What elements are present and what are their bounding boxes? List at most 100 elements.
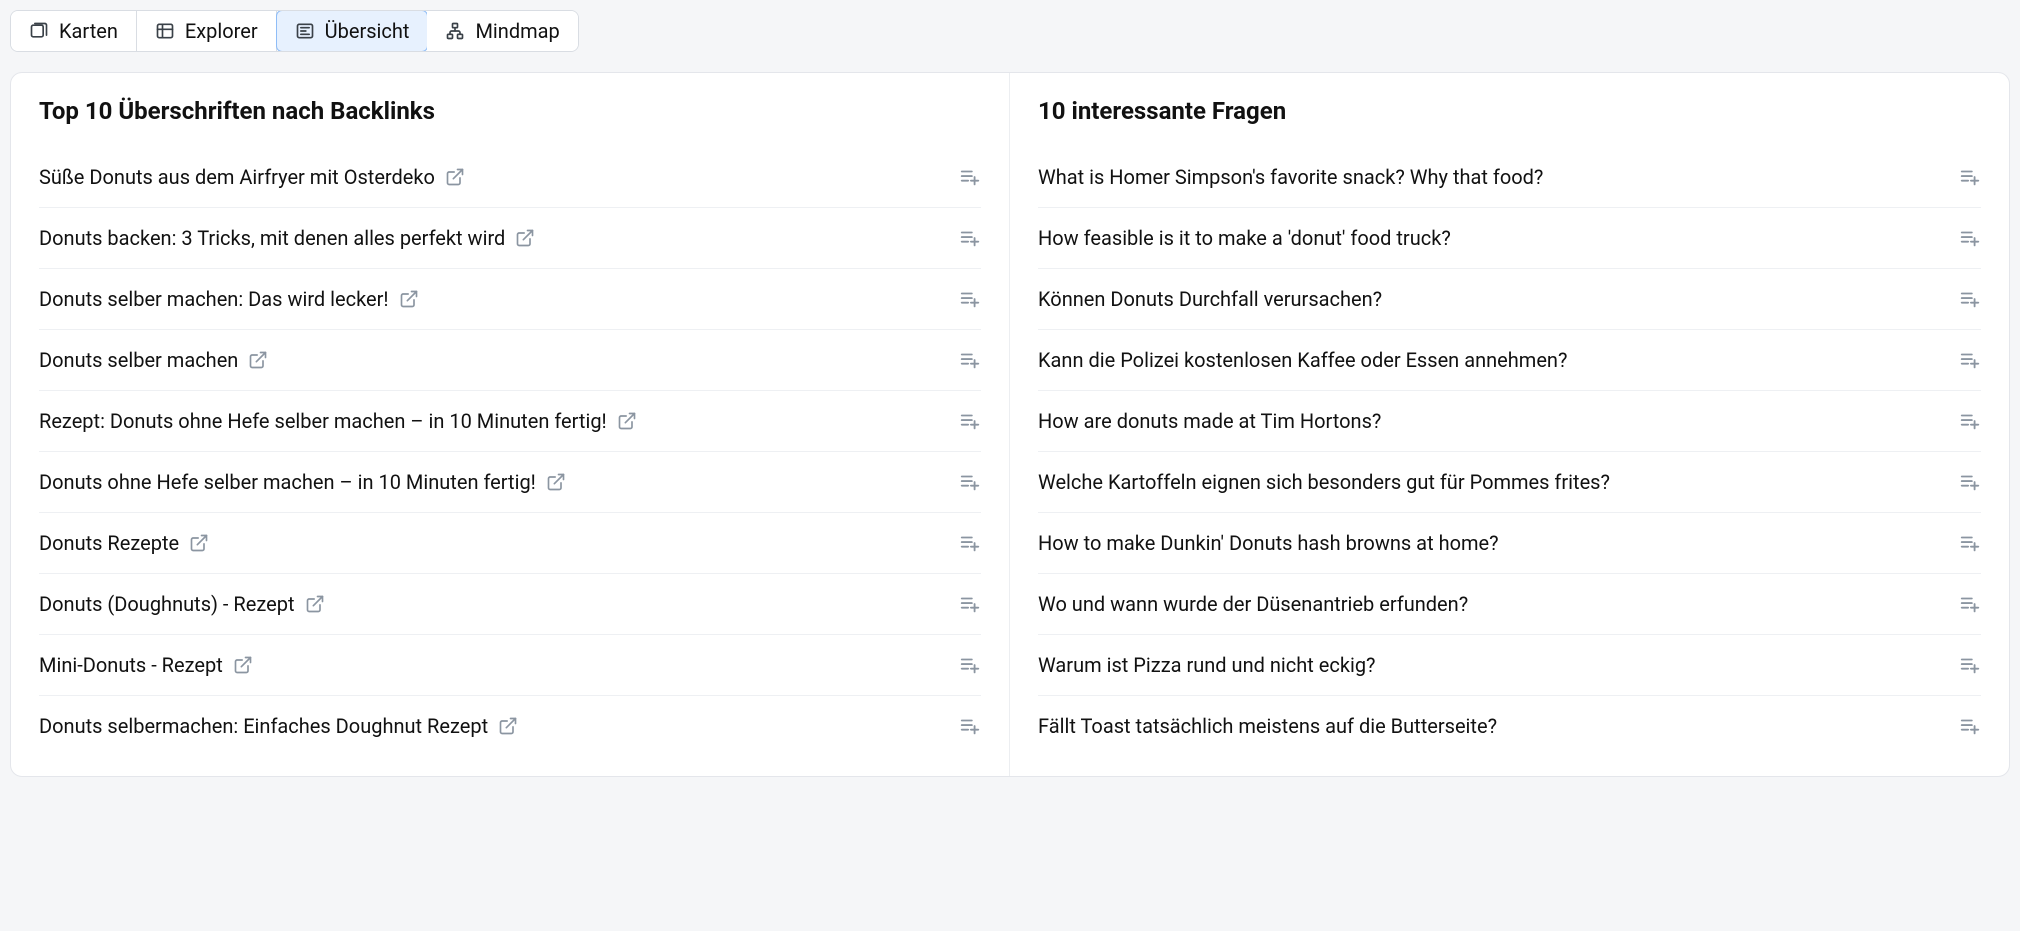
list-item-content[interactable]: How feasible is it to make a 'donut' foo… [1038,226,1959,250]
add-to-list-icon[interactable] [1959,227,1981,249]
list-item: Wo und wann wurde der Düsenantrieb erfun… [1038,574,1981,635]
external-link-icon[interactable] [305,594,325,614]
add-to-list-icon[interactable] [1959,410,1981,432]
tab-uebersicht[interactable]: Übersicht [276,10,429,52]
list-item: Donuts selbermachen: Einfaches Doughnut … [39,696,981,756]
list-item-label: Welche Kartoffeln eignen sich besonders … [1038,470,1610,494]
tree-icon [445,21,465,41]
add-to-list-icon[interactable] [1959,288,1981,310]
list-item-label: Können Donuts Durchfall verursachen? [1038,287,1382,311]
add-to-list-icon[interactable] [1959,593,1981,615]
tab-label: Karten [59,19,118,43]
tab-karten[interactable]: Karten [11,11,137,51]
external-link-icon[interactable] [515,228,535,248]
list-item-content[interactable]: Donuts selber machen [39,348,959,372]
list-item-label: Donuts ohne Hefe selber machen – in 10 M… [39,470,536,494]
list-item: Donuts backen: 3 Tricks, mit denen alles… [39,208,981,269]
list-item-label: Mini-Donuts - Rezept [39,653,223,677]
list-item: Donuts selber machen [39,330,981,391]
list-item-content[interactable]: Donuts selber machen: Das wird lecker! [39,287,959,311]
list-item-label: Warum ist Pizza rund und nicht eckig? [1038,653,1376,677]
add-to-list-icon[interactable] [959,166,981,188]
list-item: Können Donuts Durchfall verursachen? [1038,269,1981,330]
list-item-content[interactable]: Donuts selbermachen: Einfaches Doughnut … [39,714,959,738]
add-to-list-icon[interactable] [959,349,981,371]
list-item: Süße Donuts aus dem Airfryer mit Osterde… [39,147,981,208]
panel-title: Top 10 Überschriften nach Backlinks [39,73,981,147]
external-link-icon[interactable] [617,411,637,431]
list-item-content[interactable]: How are donuts made at Tim Hortons? [1038,409,1959,433]
list-item: How feasible is it to make a 'donut' foo… [1038,208,1981,269]
newspaper-icon [295,21,315,41]
list-item-label: Donuts selber machen: Das wird lecker! [39,287,389,311]
list-item-content[interactable]: Mini-Donuts - Rezept [39,653,959,677]
list-item: Mini-Donuts - Rezept [39,635,981,696]
list-item: Kann die Polizei kostenlosen Kaffee oder… [1038,330,1981,391]
list-item-content[interactable]: Können Donuts Durchfall verursachen? [1038,287,1959,311]
add-to-list-icon[interactable] [1959,654,1981,676]
list-item-content[interactable]: What is Homer Simpson's favorite snack? … [1038,165,1959,189]
list-item-label: How feasible is it to make a 'donut' foo… [1038,226,1451,250]
list-item-content[interactable]: Süße Donuts aus dem Airfryer mit Osterde… [39,165,959,189]
list-item-label: Donuts Rezepte [39,531,179,555]
question-list: What is Homer Simpson's favorite snack? … [1038,147,1981,756]
list-item-content[interactable]: Donuts (Doughnuts) - Rezept [39,592,959,616]
list-item: Donuts (Doughnuts) - Rezept [39,574,981,635]
add-to-list-icon[interactable] [959,227,981,249]
list-item: Donuts ohne Hefe selber machen – in 10 M… [39,452,981,513]
external-link-icon[interactable] [546,472,566,492]
tab-explorer[interactable]: Explorer [137,11,277,51]
add-to-list-icon[interactable] [959,593,981,615]
list-item-label: Rezept: Donuts ohne Hefe selber machen –… [39,409,607,433]
add-to-list-icon[interactable] [959,410,981,432]
content-panels: Top 10 Überschriften nach Backlinks Süße… [10,72,2010,777]
list-item-content[interactable]: Donuts ohne Hefe selber machen – in 10 M… [39,470,959,494]
list-item: Warum ist Pizza rund und nicht eckig? [1038,635,1981,696]
external-link-icon[interactable] [189,533,209,553]
list-item-content[interactable]: Donuts backen: 3 Tricks, mit denen alles… [39,226,959,250]
list-item-label: How are donuts made at Tim Hortons? [1038,409,1381,433]
list-item-label: Donuts backen: 3 Tricks, mit denen alles… [39,226,505,250]
list-item-label: Donuts selbermachen: Einfaches Doughnut … [39,714,488,738]
list-item: Donuts selber machen: Das wird lecker! [39,269,981,330]
tab-label: Explorer [185,19,258,43]
list-item-content[interactable]: Kann die Polizei kostenlosen Kaffee oder… [1038,348,1959,372]
headline-list: Süße Donuts aus dem Airfryer mit Osterde… [39,147,981,756]
list-item: How to make Dunkin' Donuts hash browns a… [1038,513,1981,574]
list-item-content[interactable]: How to make Dunkin' Donuts hash browns a… [1038,531,1959,555]
external-link-icon[interactable] [233,655,253,675]
list-item-label: Kann die Polizei kostenlosen Kaffee oder… [1038,348,1567,372]
list-item: Fällt Toast tatsächlich meistens auf die… [1038,696,1981,756]
add-to-list-icon[interactable] [1959,532,1981,554]
external-link-icon[interactable] [248,350,268,370]
list-item-content[interactable]: Fällt Toast tatsächlich meistens auf die… [1038,714,1959,738]
add-to-list-icon[interactable] [1959,471,1981,493]
tab-label: Mindmap [475,19,559,43]
list-item-content[interactable]: Wo und wann wurde der Düsenantrieb erfun… [1038,592,1959,616]
list-item-content[interactable]: Warum ist Pizza rund und nicht eckig? [1038,653,1959,677]
list-item-label: How to make Dunkin' Donuts hash browns a… [1038,531,1499,555]
list-item-label: Donuts (Doughnuts) - Rezept [39,592,295,616]
list-item-content[interactable]: Rezept: Donuts ohne Hefe selber machen –… [39,409,959,433]
list-item-content[interactable]: Welche Kartoffeln eignen sich besonders … [1038,470,1959,494]
external-link-icon[interactable] [498,716,518,736]
list-item-label: Süße Donuts aus dem Airfryer mit Osterde… [39,165,435,189]
add-to-list-icon[interactable] [1959,349,1981,371]
external-link-icon[interactable] [399,289,419,309]
view-tabs: Karten Explorer Übersicht Mindmap [10,10,579,52]
panel-title: 10 interessante Fragen [1038,73,1981,147]
tab-mindmap[interactable]: Mindmap [427,11,577,51]
panel-top-headlines: Top 10 Überschriften nach Backlinks Süße… [11,73,1010,776]
add-to-list-icon[interactable] [959,288,981,310]
external-link-icon[interactable] [445,167,465,187]
list-item: Rezept: Donuts ohne Hefe selber machen –… [39,391,981,452]
add-to-list-icon[interactable] [959,532,981,554]
list-item-content[interactable]: Donuts Rezepte [39,531,959,555]
list-item: Welche Kartoffeln eignen sich besonders … [1038,452,1981,513]
add-to-list-icon[interactable] [1959,166,1981,188]
add-to-list-icon[interactable] [959,654,981,676]
add-to-list-icon[interactable] [959,471,981,493]
add-to-list-icon[interactable] [1959,715,1981,737]
add-to-list-icon[interactable] [959,715,981,737]
list-item: Donuts Rezepte [39,513,981,574]
